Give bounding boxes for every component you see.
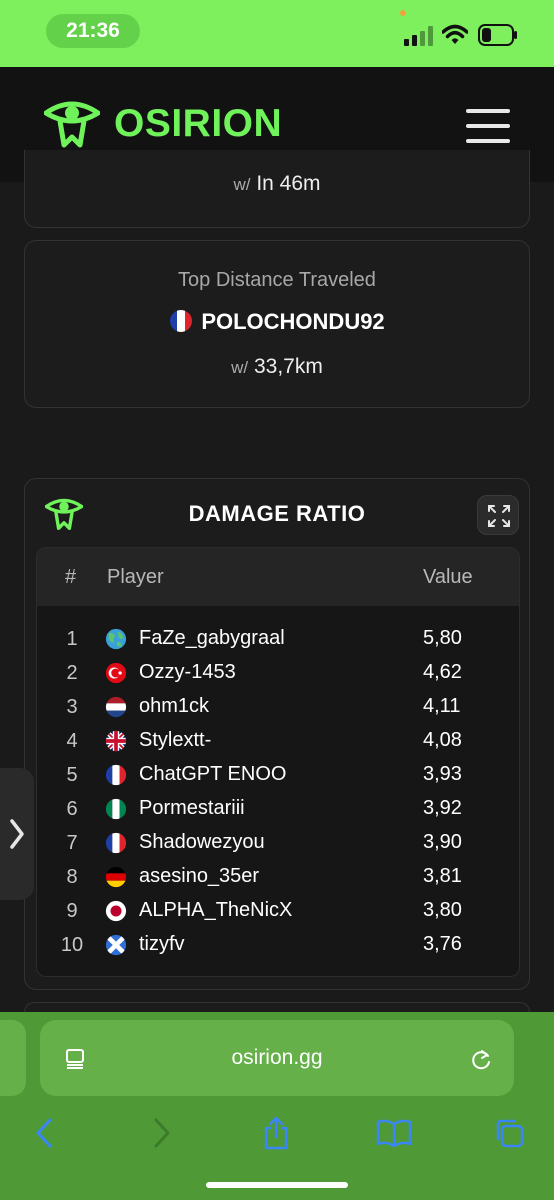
row-player-name[interactable]: asesino_35er xyxy=(139,865,259,888)
hamburger-menu-button[interactable] xyxy=(466,109,510,143)
row-rank: 2 xyxy=(66,662,78,684)
column-header-player: Player xyxy=(107,566,164,588)
leaderboard-table: # Player Value 1 FaZe_gabygraal 5,80 2 Ozzy-… xyxy=(36,547,520,977)
table-row[interactable]: 1 FaZe_gabygraal 5,80 xyxy=(37,622,519,656)
damage-ratio-leaderboard: DAMAGE RATIO # Player Value 1 FaZe_gabygr… xyxy=(24,478,530,990)
table-row[interactable]: 4 Stylextt- 4,08 xyxy=(37,724,519,758)
france-flag-icon xyxy=(170,310,193,332)
row-player-name[interactable]: FaZe_gabygraal xyxy=(139,627,285,650)
row-player-name[interactable]: ChatGPT ENOO xyxy=(139,763,286,786)
row-rank: 5 xyxy=(66,764,78,786)
table-row[interactable]: 8 asesino_35er 3,81 xyxy=(37,860,519,894)
row-value: 3,76 xyxy=(423,933,462,955)
table-row[interactable]: 7 Shadowezyou 3,90 xyxy=(37,826,519,860)
expand-button[interactable] xyxy=(477,495,519,535)
table-row[interactable]: 3 ohm1ck 4,11 xyxy=(37,690,519,724)
stat-card-previous-value: w/ In 46m xyxy=(233,172,321,195)
brand-name[interactable]: OSIRION xyxy=(114,101,282,147)
row-value: 5,80 xyxy=(423,627,462,649)
leaderboard-title: DAMAGE RATIO xyxy=(188,501,366,526)
status-time: 21:36 xyxy=(46,14,140,48)
globe-flag-icon xyxy=(105,628,127,650)
row-player-name[interactable]: tizyfv xyxy=(139,933,185,956)
row-value: 3,81 xyxy=(423,865,462,887)
row-rank: 6 xyxy=(66,798,78,820)
row-value: 4,11 xyxy=(423,695,461,717)
stat-card-top-distance: Top Distance Traveled POLOCHONDU92 w/ 33… xyxy=(24,240,530,408)
row-value: 4,62 xyxy=(423,661,462,683)
expand-icon xyxy=(488,505,510,527)
row-player-name[interactable]: Pormestariii xyxy=(139,797,245,820)
row-player-name[interactable]: Ozzy-1453 xyxy=(139,661,236,684)
tabs-icon[interactable] xyxy=(494,1116,526,1150)
row-value: 4,08 xyxy=(423,729,462,751)
row-rank: 7 xyxy=(66,832,78,854)
wifi-icon xyxy=(442,24,468,44)
row-player-name[interactable]: ALPHA_TheNicX xyxy=(139,899,292,922)
osirion-logo-icon[interactable] xyxy=(44,99,100,149)
row-rank: 1 xyxy=(66,628,78,650)
bookmarks-icon[interactable] xyxy=(376,1116,412,1150)
forward-arrow-icon[interactable] xyxy=(146,1116,178,1150)
back-arrow-icon[interactable] xyxy=(30,1116,62,1150)
column-header-value: Value xyxy=(423,566,473,588)
chevron-right-icon xyxy=(10,819,24,849)
table-body: 1 FaZe_gabygraal 5,80 2 Ozzy-1453 4,62 3 ohm1ck… xyxy=(37,622,519,962)
browser-nav-row xyxy=(0,1100,554,1164)
previous-tab-preview[interactable] xyxy=(0,1020,26,1096)
column-header-rank: # xyxy=(65,566,77,588)
share-icon[interactable] xyxy=(260,1116,292,1150)
france-flag-icon xyxy=(105,832,127,854)
home-indicator[interactable] xyxy=(206,1182,348,1188)
japan-flag-icon xyxy=(105,900,127,922)
privacy-indicator-icon xyxy=(400,10,406,16)
table-row[interactable]: 6 Pormestariii 3,92 xyxy=(37,792,519,826)
reload-icon[interactable] xyxy=(470,1048,492,1072)
row-value: 3,93 xyxy=(423,763,462,785)
row-rank: 10 xyxy=(60,934,84,956)
browser-toolbar: osirion.gg xyxy=(0,1012,554,1200)
row-rank: 8 xyxy=(66,866,78,888)
uk-flag-icon xyxy=(105,730,127,752)
netherlands-flag-icon xyxy=(105,696,127,718)
stat-card-player[interactable]: POLOCHONDU92 xyxy=(25,309,529,335)
row-value: 3,90 xyxy=(423,831,462,853)
address-url[interactable]: osirion.gg xyxy=(40,1046,514,1070)
table-row[interactable]: 5 ChatGPT ENOO 3,93 xyxy=(37,758,519,792)
scotland-flag-icon xyxy=(105,934,127,956)
address-bar[interactable]: osirion.gg xyxy=(40,1020,514,1096)
row-player-name[interactable]: Shadowezyou xyxy=(139,831,265,854)
stat-card-value: w/ 33,7km xyxy=(231,355,323,378)
battery-icon xyxy=(478,24,517,46)
stat-card-label: Top Distance Traveled xyxy=(178,269,376,291)
row-player-name[interactable]: ohm1ck xyxy=(139,695,209,718)
germany-flag-icon xyxy=(105,866,127,888)
side-drawer-handle[interactable] xyxy=(0,768,34,900)
row-value: 3,92 xyxy=(423,797,462,819)
france-flag-icon xyxy=(105,764,127,786)
cellular-signal-icon xyxy=(404,26,433,46)
stat-card-previous: w/ In 46m xyxy=(24,150,530,228)
table-header: # Player Value xyxy=(37,548,519,606)
row-value: 3,80 xyxy=(423,899,462,921)
row-rank: 9 xyxy=(66,900,78,922)
row-rank: 3 xyxy=(66,696,78,718)
nigeria-flag-icon xyxy=(105,798,127,820)
turkey-flag-icon xyxy=(105,662,127,684)
table-row[interactable]: 9 ALPHA_TheNicX 3,80 xyxy=(37,894,519,928)
table-row[interactable]: 2 Ozzy-1453 4,62 xyxy=(37,656,519,690)
status-bar: 21:36 xyxy=(0,0,554,67)
row-rank: 4 xyxy=(66,730,78,752)
table-row[interactable]: 10 tizyfv 3,76 xyxy=(37,928,519,962)
row-player-name[interactable]: Stylextt- xyxy=(139,729,211,752)
